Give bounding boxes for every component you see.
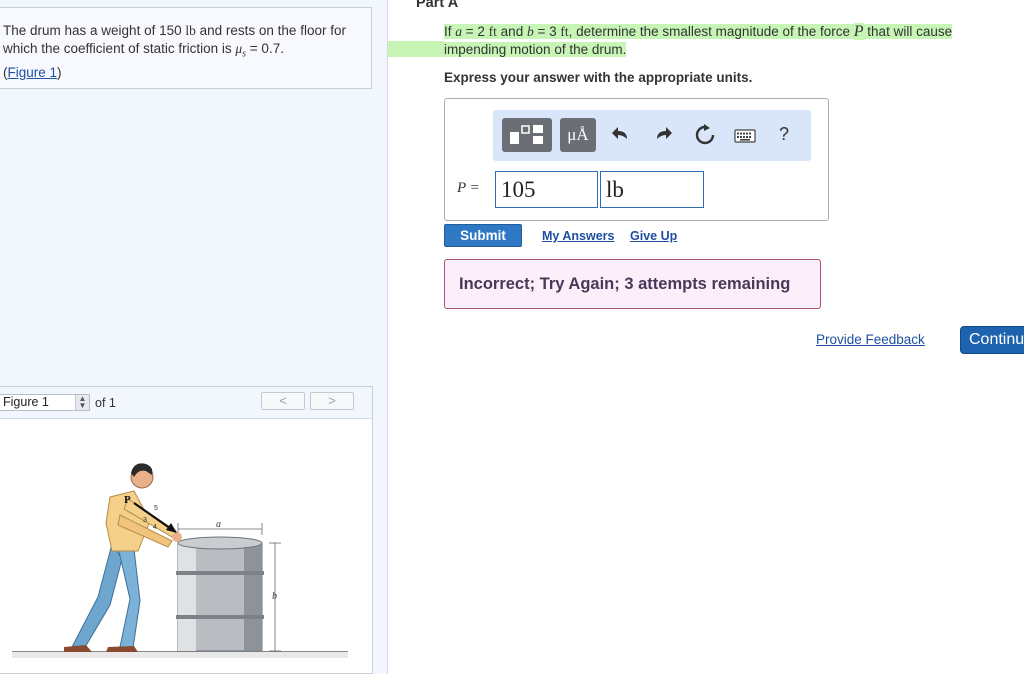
figure-select[interactable]: Figure 1 ▲ ▼: [0, 394, 90, 411]
q-var-b: b: [526, 24, 534, 39]
question-text: If a = 2 ft and b = 3 ft, determine the …: [444, 23, 992, 59]
q-var-a: a: [455, 24, 463, 39]
q-if: If: [444, 24, 456, 39]
q-a-eq: = 2: [462, 24, 489, 39]
dimension-a-label: a: [216, 519, 221, 530]
problem-text-1: The drum has a weight of 150: [3, 23, 186, 38]
drum-rib-1: [176, 571, 264, 575]
slope-label-3: 3: [143, 517, 147, 524]
provide-feedback-link[interactable]: Provide Feedback: [816, 332, 925, 347]
floor-surface: [12, 652, 348, 658]
highlight-strip: [388, 41, 444, 57]
q-b-eq: = 3: [533, 24, 561, 39]
undo-icon[interactable]: [611, 124, 631, 144]
figure-link[interactable]: Figure 1: [8, 65, 58, 80]
dimension-b-label: b: [272, 591, 277, 602]
force-label: P: [124, 494, 131, 506]
templates-button[interactable]: [502, 118, 552, 152]
q-unit-2: ft: [560, 24, 569, 39]
templates-icon: [510, 125, 545, 144]
answer-value-input[interactable]: 105: [495, 171, 598, 208]
left-panel: The drum has a weight of 150 lb and rest…: [0, 0, 388, 674]
figure-select-value: Figure 1: [3, 395, 49, 409]
figure-panel: Figure 1 ▲ ▼ of 1 < > a b P 5 3 4: [0, 386, 373, 674]
man-hand: [172, 532, 182, 542]
drum-highlight: [178, 543, 196, 651]
redo-icon[interactable]: [653, 124, 673, 144]
give-up-link[interactable]: Give Up: [630, 229, 677, 243]
figure-drawing: a b P 5 3 4: [12, 463, 348, 658]
next-figure-button[interactable]: >: [310, 392, 354, 410]
units-button[interactable]: μÅ: [560, 118, 596, 152]
q-var-p: P: [853, 23, 864, 40]
paren-close: ): [57, 64, 62, 80]
mu-value: = 0.7.: [246, 41, 284, 56]
answer-label-text: P =: [457, 180, 480, 196]
man-left-shoe: [64, 645, 92, 652]
drum-shadow: [244, 543, 262, 651]
submit-button[interactable]: Submit: [444, 224, 522, 247]
problem-statement-box: The drum has a weight of 150 lb and rest…: [0, 7, 372, 89]
my-answers-link[interactable]: My Answers: [542, 229, 614, 243]
q-unit-1: ft: [488, 24, 497, 39]
slope-label-4: 4: [153, 524, 157, 531]
drum-rib-2: [176, 615, 264, 619]
prev-figure-button[interactable]: <: [261, 392, 305, 410]
man-right-leg: [117, 546, 141, 649]
continue-button[interactable]: Continue: [960, 326, 1024, 354]
math-toolbar: μÅ ?: [493, 110, 811, 161]
weight-unit: lb: [185, 23, 196, 38]
drum-top: [177, 536, 263, 550]
select-spinner-icon: ▲ ▼: [75, 395, 89, 410]
instruction-text: Express your answer with the appropriate…: [444, 70, 753, 85]
q-and: and: [496, 24, 527, 39]
figure-count: of 1: [95, 396, 116, 410]
man-right-shoe: [106, 646, 138, 652]
reset-icon[interactable]: [694, 124, 716, 146]
answer-unit-input[interactable]: lb: [600, 171, 704, 208]
help-button[interactable]: ?: [779, 124, 789, 145]
problem-statement: The drum has a weight of 150 lb and rest…: [3, 22, 363, 82]
figure-header: Figure 1 ▲ ▼ of 1 < >: [0, 387, 372, 419]
part-title: Part A: [416, 0, 459, 11]
q-rest: , determine the smallest magnitude of th…: [568, 24, 854, 39]
man-left-leg: [71, 542, 123, 650]
slope-label-5: 5: [154, 505, 158, 512]
keyboard-icon[interactable]: [734, 128, 756, 144]
feedback-message: Incorrect; Try Again; 3 attempts remaini…: [444, 259, 821, 309]
answer-label: P =: [457, 179, 480, 197]
